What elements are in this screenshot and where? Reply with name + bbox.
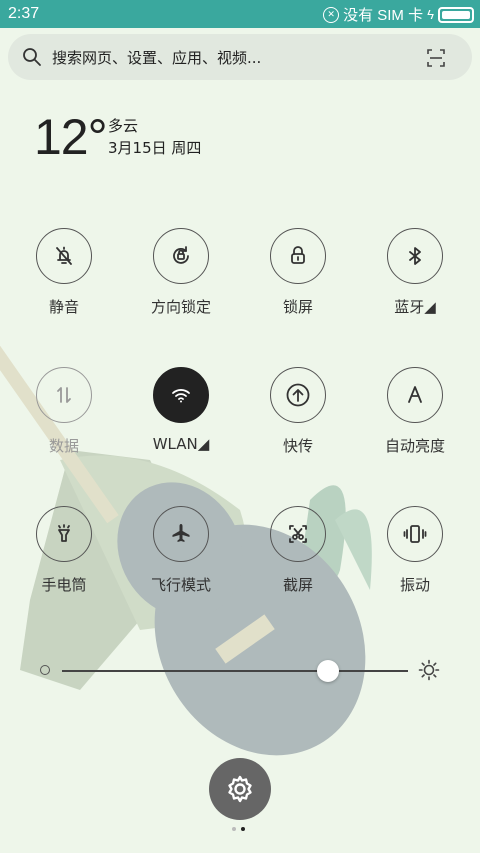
wifi-icon bbox=[168, 382, 194, 408]
network-status-text: 没有 SIM 卡 bbox=[343, 7, 424, 24]
sim-icon: ✕ bbox=[323, 6, 340, 23]
weather-temperature[interactable]: 12° bbox=[34, 108, 108, 166]
toggle-button[interactable] bbox=[270, 506, 326, 562]
settings-button[interactable] bbox=[209, 758, 271, 820]
rotation-lock-icon bbox=[168, 243, 194, 269]
search-placeholder: 搜索网页、设置、应用、视频... bbox=[52, 49, 262, 67]
status-bar: 2:37 ✕ 没有 SIM 卡 ϟ bbox=[0, 0, 480, 28]
toggle-label: 快传 bbox=[282, 437, 313, 455]
toggle-button[interactable] bbox=[36, 506, 92, 562]
lock-icon bbox=[285, 243, 311, 269]
toggle-button[interactable] bbox=[387, 506, 443, 562]
toggle-label: 方向锁定 bbox=[150, 298, 211, 316]
bell-off-icon bbox=[51, 243, 77, 269]
status-time: 2:37 bbox=[8, 5, 40, 22]
transfer-icon bbox=[285, 382, 311, 408]
airplane-icon bbox=[168, 521, 194, 547]
toggle-button[interactable] bbox=[270, 228, 326, 284]
weather-condition: 多云 bbox=[108, 117, 139, 135]
toggle-bluetooth[interactable]: 蓝牙◢ bbox=[370, 228, 460, 317]
brightness-max-icon bbox=[418, 659, 440, 681]
vibrate-icon bbox=[402, 521, 428, 547]
toggle-transfer[interactable]: 快传 bbox=[253, 367, 343, 456]
screenshot-icon bbox=[285, 521, 311, 547]
toggle-button[interactable] bbox=[153, 228, 209, 284]
toggle-label: 自动亮度 bbox=[384, 437, 445, 455]
toggle-button[interactable] bbox=[153, 367, 209, 423]
scan-icon[interactable] bbox=[426, 48, 446, 68]
toggle-data-arrows[interactable]: 数据 bbox=[19, 367, 109, 456]
page-indicator bbox=[232, 827, 245, 831]
brightness-track[interactable] bbox=[62, 670, 408, 672]
brightness-min-icon bbox=[40, 665, 50, 675]
toggle-label: 飞行模式 bbox=[150, 576, 211, 594]
search-icon bbox=[23, 48, 41, 66]
battery-icon bbox=[438, 6, 474, 23]
toggle-label: 振动 bbox=[399, 576, 430, 594]
toggle-button[interactable] bbox=[387, 228, 443, 284]
toggle-auto-brightness[interactable]: 自动亮度 bbox=[370, 367, 460, 456]
toggle-label: 截屏 bbox=[282, 576, 313, 594]
auto-brightness-icon bbox=[402, 382, 428, 408]
toggle-label: 静音 bbox=[48, 298, 79, 316]
page-dot-active bbox=[241, 827, 245, 831]
toggle-button[interactable] bbox=[153, 506, 209, 562]
toggle-button[interactable] bbox=[387, 367, 443, 423]
toggle-label: 锁屏 bbox=[282, 298, 313, 316]
toggle-airplane[interactable]: 飞行模式 bbox=[136, 506, 226, 595]
toggle-label: 蓝牙◢ bbox=[394, 298, 436, 316]
brightness-knob[interactable] bbox=[317, 660, 340, 682]
charging-icon: ϟ bbox=[427, 7, 434, 22]
toggle-lock[interactable]: 锁屏 bbox=[253, 228, 343, 317]
data-arrows-icon bbox=[51, 382, 77, 408]
toggle-rotation-lock[interactable]: 方向锁定 bbox=[136, 228, 226, 317]
page-dot bbox=[232, 827, 236, 831]
weather-date: 3月15日 周四 bbox=[108, 139, 202, 157]
flashlight-icon bbox=[51, 521, 77, 547]
bluetooth-icon bbox=[402, 243, 428, 269]
toggle-label: 数据 bbox=[48, 437, 79, 455]
toggle-label: WLAN◢ bbox=[152, 435, 210, 453]
gear-icon bbox=[228, 775, 252, 803]
toggle-vibrate[interactable]: 振动 bbox=[370, 506, 460, 595]
toggle-button[interactable] bbox=[270, 367, 326, 423]
toggle-button[interactable] bbox=[36, 228, 92, 284]
toggle-label: 手电筒 bbox=[41, 576, 87, 594]
toggle-bell-off[interactable]: 静音 bbox=[19, 228, 109, 317]
toggle-wifi[interactable]: WLAN◢ bbox=[136, 367, 226, 453]
status-indicators: ✕ 没有 SIM 卡 ϟ bbox=[323, 4, 474, 25]
brightness-slider[interactable] bbox=[40, 656, 440, 686]
toggle-screenshot[interactable]: 截屏 bbox=[253, 506, 343, 595]
search-bar[interactable]: 搜索网页、设置、应用、视频... bbox=[8, 34, 472, 80]
toggle-flashlight[interactable]: 手电筒 bbox=[19, 506, 109, 595]
toggle-button[interactable] bbox=[36, 367, 92, 423]
